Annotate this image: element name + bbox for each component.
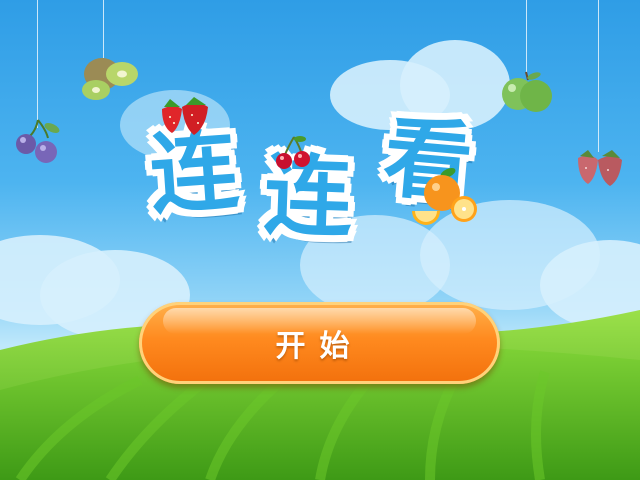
- plum-icon: [16, 119, 60, 163]
- hanging-string: [37, 0, 38, 128]
- hanging-string: [526, 0, 527, 72]
- orange-icon: [412, 168, 477, 225]
- kiwi-icon: [82, 58, 138, 100]
- game-title: 连 连 看: [140, 95, 500, 265]
- hanging-string: [103, 0, 104, 58]
- hanging-string: [598, 0, 599, 152]
- apple-icon: [502, 71, 552, 112]
- start-button-label: 开始: [275, 329, 364, 364]
- strawberry-icon: [578, 150, 622, 186]
- title-char-1: 连: [146, 118, 242, 227]
- cherry-icon: [276, 136, 310, 169]
- start-button[interactable]: 开始: [139, 302, 500, 384]
- game-start-screen: 连 连 看 开始: [0, 0, 640, 480]
- strawberry-icon: [162, 97, 208, 135]
